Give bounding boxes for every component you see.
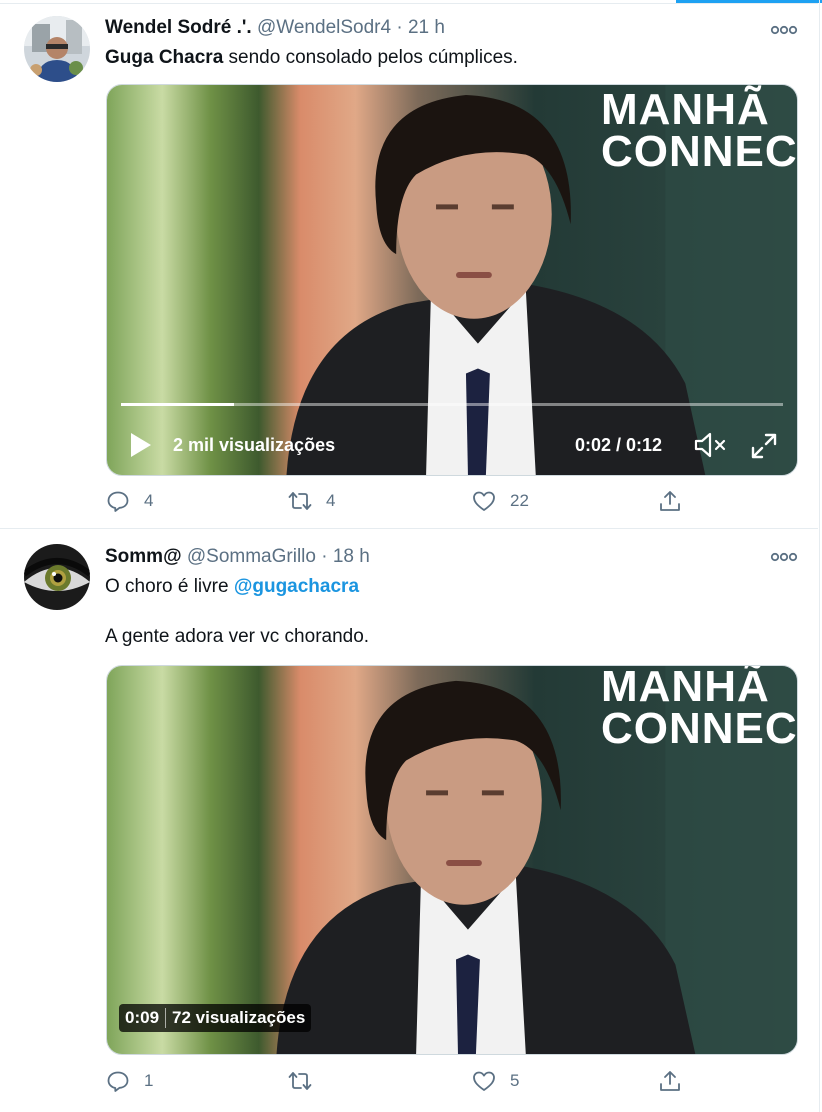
tweet-text-rest: sendo consolado pelos cúmplices.	[223, 47, 518, 68]
timestamp[interactable]: 18 h	[333, 546, 370, 567]
separator-dot: ·	[396, 17, 403, 38]
mute-icon[interactable]	[693, 430, 729, 460]
like-icon	[473, 491, 495, 511]
reply-button[interactable]: 4	[106, 489, 154, 513]
timestamp[interactable]: 21 h	[408, 17, 445, 38]
active-tab-indicator	[676, 0, 822, 3]
video-progress-fill	[121, 403, 234, 406]
retweet-icon	[288, 492, 312, 510]
like-icon	[473, 1071, 495, 1091]
share-button[interactable]	[658, 489, 696, 513]
timeline-border	[819, 0, 820, 1112]
reply-button[interactable]: 1	[106, 1069, 154, 1093]
video-overlay-text: CONNEC	[601, 127, 798, 176]
video-player[interactable]: MANHÃ CONNEC 2 mil visualizações 0:02 / …	[106, 84, 798, 476]
author-name[interactable]: Somm@	[105, 546, 182, 567]
tweet-text-line2: A gente adora ver vc chorando.	[105, 626, 370, 647]
tweet-text: O choro é livre @gugachacra	[105, 574, 359, 600]
video-overlay-text: CONNEC	[601, 704, 798, 753]
retweet-button[interactable]: 4	[288, 489, 336, 513]
tweet-header: Somm@ @SommaGrillo · 18 h	[105, 546, 370, 568]
video-duration: 0:09	[125, 1008, 160, 1027]
more-icon[interactable]	[770, 23, 798, 35]
tweet-header: Wendel Sodré .'. @WendelSodr4 · 21 h	[105, 17, 445, 39]
share-icon	[660, 491, 680, 511]
separator-dot: ·	[321, 546, 328, 567]
more-icon[interactable]	[770, 550, 798, 562]
share-button[interactable]	[658, 1069, 696, 1093]
retweet-button[interactable]	[288, 1069, 336, 1093]
author-handle[interactable]: @SommaGrillo	[187, 546, 316, 567]
tweet-text-plain: O choro é livre	[105, 576, 234, 597]
video-player[interactable]: MANHÃ CONNEC 0:09 72 visualizações	[106, 665, 798, 1055]
retweet-icon	[288, 1072, 312, 1090]
retweet-count: 4	[326, 491, 336, 510]
like-button[interactable]: 5	[472, 1069, 520, 1093]
reply-count: 4	[144, 491, 154, 510]
video-progress-bar[interactable]	[121, 403, 783, 406]
tweet[interactable]: Wendel Sodré .'. @WendelSodr4 · 21 h Gug…	[0, 4, 818, 529]
reply-count: 1	[144, 1071, 154, 1090]
author-handle[interactable]: @WendelSodr4	[257, 17, 391, 38]
tweet-text-bold: Guga Chacra	[105, 47, 224, 68]
like-count: 5	[510, 1071, 520, 1090]
video-time: 0:02 / 0:12	[575, 435, 663, 455]
reply-icon	[107, 1071, 129, 1092]
share-icon	[660, 1071, 680, 1091]
avatar[interactable]	[24, 16, 90, 82]
tweet-text: Guga Chacra sendo consolado pelos cúmpli…	[105, 45, 518, 71]
tweet-actions: 1 5	[0, 1069, 818, 1099]
author-name[interactable]: Wendel Sodré .'.	[105, 17, 252, 38]
avatar[interactable]	[24, 544, 90, 610]
like-count: 22	[510, 491, 529, 510]
tweet[interactable]: Somm@ @SommaGrillo · 18 h O choro é livr…	[0, 529, 818, 1112]
reply-icon	[107, 491, 129, 512]
video-views: 2 mil visualizações	[173, 435, 336, 455]
video-badge: 0:09 72 visualizações	[119, 1004, 312, 1032]
like-button[interactable]: 22	[472, 489, 529, 513]
video-views: 72 visualizações	[172, 1008, 306, 1027]
play-icon[interactable]	[129, 432, 153, 458]
mention-link[interactable]: @gugachacra	[234, 576, 359, 597]
tweet-actions: 4 4 22	[0, 489, 818, 519]
fullscreen-icon[interactable]	[749, 431, 779, 461]
